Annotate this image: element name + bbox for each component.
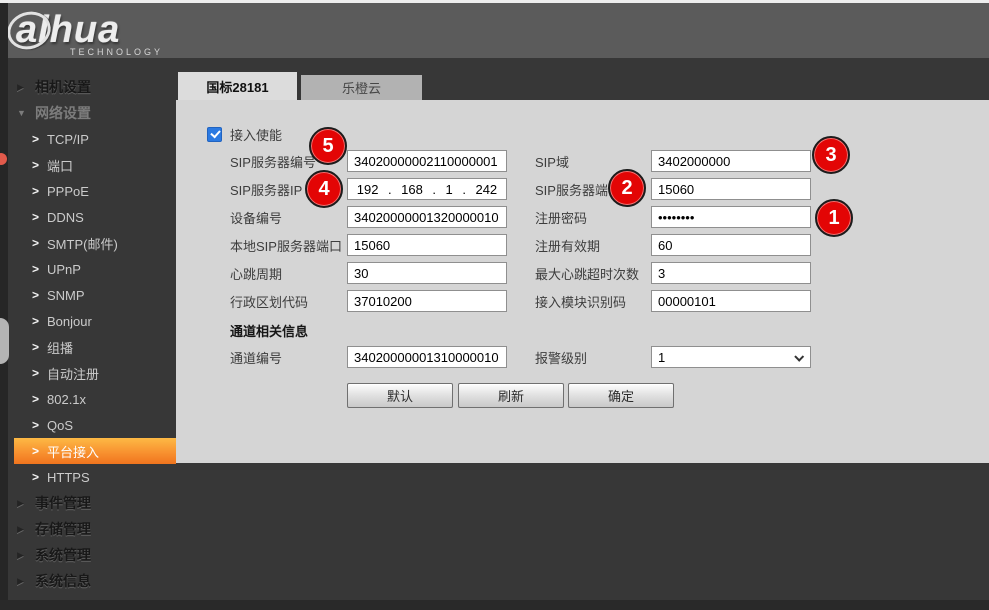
submenu-arrow-icon: > — [32, 210, 47, 224]
sidebar-menu: ▶ 相机设置 ▼ 网络设置 > TCP/IP > 端口 > PPPoE > DD… — [0, 74, 176, 594]
collapsed-arrow-icon: ▶ — [17, 550, 35, 561]
sidebar-item-bonjour[interactable]: > Bonjour — [0, 308, 176, 334]
submenu-arrow-icon: > — [32, 158, 47, 172]
submenu-arrow-icon: > — [32, 184, 47, 198]
submenu-arrow-icon: > — [32, 314, 47, 328]
register-password-input[interactable] — [651, 206, 811, 228]
channel-section-header: 通道相关信息 — [230, 321, 308, 340]
logo-technology-label: TECHNOLOGY — [70, 47, 163, 57]
sidebar-item-8021x[interactable]: > 802.1x — [0, 386, 176, 412]
tab-lechengyun[interactable]: 乐橙云 — [301, 75, 422, 100]
sidebar-item-storage-management[interactable]: ▶ 存储管理 — [0, 516, 176, 542]
submenu-arrow-icon: > — [32, 418, 47, 432]
annotation-circle-3: 3 — [812, 136, 850, 174]
sidebar-item-multicast[interactable]: > 组播 — [0, 334, 176, 360]
collapsed-arrow-icon: ▶ — [17, 576, 35, 587]
sidebar-item-network-settings[interactable]: ▼ 网络设置 — [0, 100, 176, 126]
device-number-row: 设备编号 — [230, 205, 507, 229]
enable-label: 接入使能 — [230, 125, 282, 144]
admin-region-code-input[interactable] — [347, 290, 507, 312]
sidebar-item-smtp[interactable]: > SMTP(邮件) — [0, 230, 176, 256]
register-password-row: 注册密码 — [535, 205, 811, 229]
submenu-arrow-icon: > — [32, 444, 47, 458]
expanded-arrow-icon: ▼ — [17, 108, 35, 118]
header-bar: alhua TECHNOLOGY — [0, 3, 989, 58]
admin-region-code-row: 行政区划代码 — [230, 289, 507, 313]
sip-server-port-row: SIP服务器端口 — [535, 177, 811, 201]
device-number-input[interactable] — [347, 206, 507, 228]
register-validity-input[interactable] — [651, 234, 811, 256]
sip-domain-row: SIP域 — [535, 149, 811, 173]
submenu-arrow-icon: > — [32, 392, 47, 406]
tab-gb28181[interactable]: 国标28181 — [178, 72, 297, 100]
register-validity-row: 注册有效期 — [535, 233, 811, 257]
collapsed-arrow-icon: ▶ — [17, 82, 35, 93]
sidebar-item-ddns[interactable]: > DDNS — [0, 204, 176, 230]
chevron-down-icon — [794, 352, 804, 362]
sidebar-item-https[interactable]: > HTTPS — [0, 464, 176, 490]
max-heartbeat-timeout-row: 最大心跳超时次数 — [535, 261, 811, 285]
submenu-arrow-icon: > — [32, 470, 47, 484]
submenu-arrow-icon: > — [32, 262, 47, 276]
submenu-arrow-icon: > — [32, 288, 47, 302]
channel-number-input[interactable] — [347, 346, 507, 368]
sip-server-number-row: SIP服务器编号 — [230, 149, 507, 173]
submenu-arrow-icon: > — [32, 132, 47, 146]
default-button[interactable]: 默认 — [347, 383, 453, 408]
footer-bar — [0, 600, 989, 610]
refresh-button[interactable]: 刷新 — [458, 383, 564, 408]
sip-server-ip-input[interactable]: 192 . 168 . 1 . 242 — [347, 178, 507, 200]
submenu-arrow-icon: > — [32, 366, 47, 380]
submenu-arrow-icon: > — [32, 340, 47, 354]
sidebar-item-system-management[interactable]: ▶ 系统管理 — [0, 542, 176, 568]
annotation-circle-1: 1 — [815, 199, 853, 237]
sip-server-number-input[interactable] — [347, 150, 507, 172]
sidebar-item-camera-settings[interactable]: ▶ 相机设置 — [0, 74, 176, 100]
dahua-web-config-page: alhua TECHNOLOGY ▶ 相机设置 ▼ 网络设置 > TCP/IP … — [0, 0, 989, 610]
sidebar-item-tcpip[interactable]: > TCP/IP — [0, 126, 176, 152]
heartbeat-period-row: 心跳周期 — [230, 261, 507, 285]
sidebar-item-event-management[interactable]: ▶ 事件管理 — [0, 490, 176, 516]
channel-number-row: 通道编号 — [230, 345, 507, 369]
sip-domain-input[interactable] — [651, 150, 811, 172]
dahua-logo: alhua TECHNOLOGY — [16, 9, 163, 57]
sidebar-item-qos[interactable]: > QoS — [0, 412, 176, 438]
alarm-level-select[interactable]: 1 — [651, 346, 811, 368]
alarm-level-row: 报警级别 1 — [535, 345, 811, 369]
sip-server-ip-row: SIP服务器IP 192 . 168 . 1 . 242 — [230, 177, 507, 201]
sidebar-item-pppoe[interactable]: > PPPoE — [0, 178, 176, 204]
local-sip-port-input[interactable] — [347, 234, 507, 256]
sidebar-item-port[interactable]: > 端口 — [0, 152, 176, 178]
local-sip-port-row: 本地SIP服务器端口 — [230, 233, 507, 257]
sidebar-item-upnp[interactable]: > UPnP — [0, 256, 176, 282]
heartbeat-period-input[interactable] — [347, 262, 507, 284]
enable-checkbox[interactable] — [207, 127, 222, 142]
collapsed-arrow-icon: ▶ — [17, 524, 35, 535]
annotation-circle-5: 5 — [309, 127, 347, 165]
collapsed-arrow-icon: ▶ — [17, 498, 35, 509]
max-heartbeat-timeout-input[interactable] — [651, 262, 811, 284]
annotation-circle-4: 4 — [305, 170, 343, 208]
sip-server-port-input[interactable] — [651, 178, 811, 200]
sidebar-item-auto-register[interactable]: > 自动注册 — [0, 360, 176, 386]
sidebar-item-snmp[interactable]: > SNMP — [0, 282, 176, 308]
access-module-id-row: 接入模块识别码 — [535, 289, 811, 313]
dahua-logo-wordmark: alhua — [16, 9, 163, 52]
confirm-button[interactable]: 确定 — [568, 383, 674, 408]
sidebar-item-system-info[interactable]: ▶ 系统信息 — [0, 568, 176, 594]
enable-row: 接入使能 — [207, 122, 282, 146]
annotation-circle-2: 2 — [608, 169, 646, 207]
submenu-arrow-icon: > — [32, 236, 47, 250]
sidebar-item-platform-access[interactable]: > 平台接入 — [14, 438, 176, 464]
access-module-id-input[interactable] — [651, 290, 811, 312]
